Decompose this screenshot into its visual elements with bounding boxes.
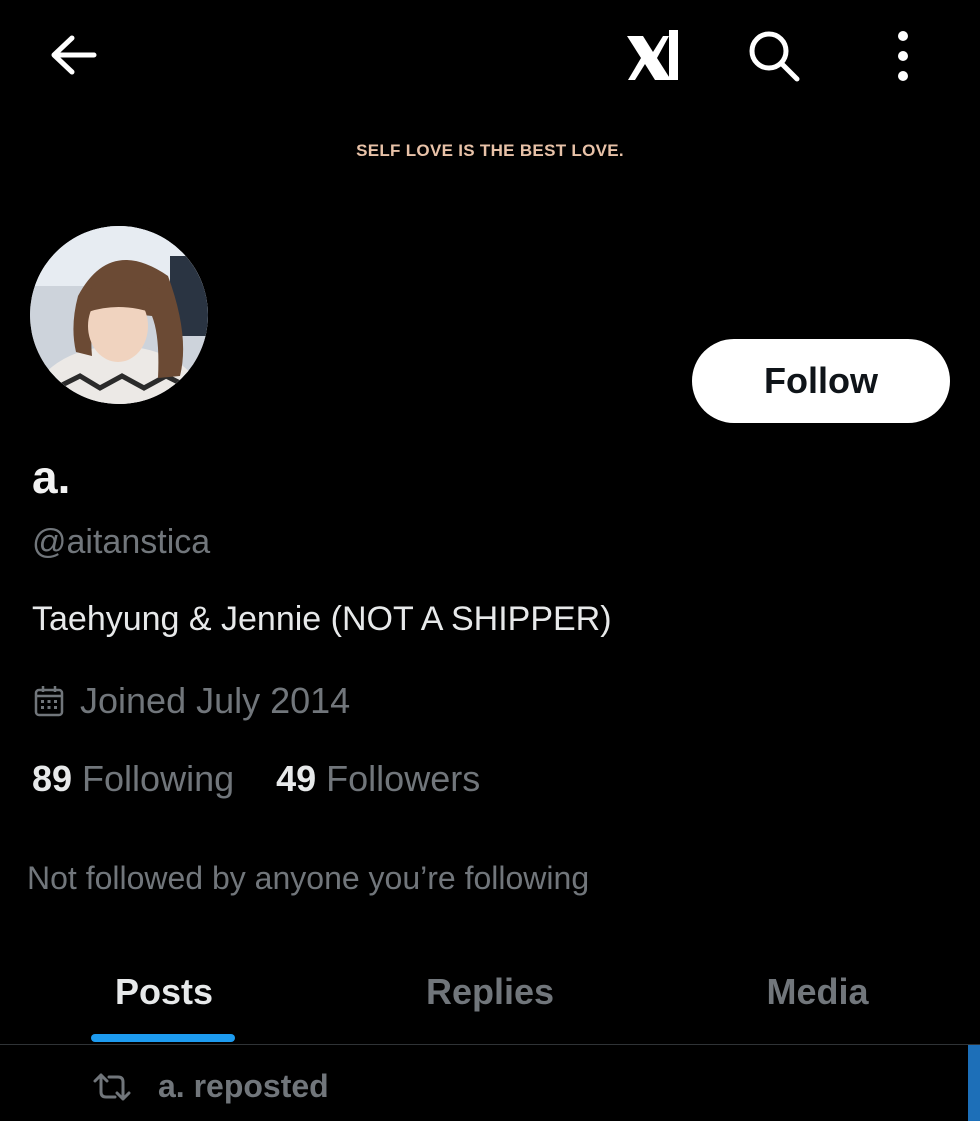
more-options-button[interactable] [880,24,926,86]
follow-stats: 89 Following 49 Followers [32,758,522,800]
search-button[interactable] [742,24,804,86]
tab-media[interactable]: Media [730,940,905,1044]
followers-count: 49 [276,758,317,799]
handle: @aitanstica [32,523,211,561]
follow-button[interactable]: Follow [692,339,950,423]
scrollbar[interactable] [968,1045,980,1121]
profile-tabs: Posts Replies Media [0,940,980,1045]
repost-icon [93,1073,131,1100]
followers-label: Followers [326,758,481,799]
repost-label: a. reposted [158,1068,329,1104]
following-stat[interactable]: 89 Following [32,758,234,800]
display-name: a. [32,451,71,503]
tab-posts[interactable]: Posts [84,940,244,1044]
banner-text: SELF LOVE IS THE BEST LOVE. [356,141,624,160]
joined-date: Joined July 2014 [80,680,351,721]
calendar-icon [34,686,64,717]
arrow-left-icon [51,35,97,75]
back-button[interactable] [44,28,102,82]
joined-info: Joined July 2014 [34,680,350,722]
following-label: Following [82,758,235,799]
more-vertical-icon [898,31,908,81]
x-logo-button[interactable] [618,22,684,88]
active-tab-indicator [91,1034,235,1042]
repost-header: a. reposted [92,1068,329,1105]
tab-replies[interactable]: Replies [400,940,580,1044]
followed-by-text: Not followed by anyone you’re following [27,860,590,896]
top-bar [0,0,980,110]
bio: Taehyung & Jennie (NOT A SHIPPER) [32,600,612,638]
search-icon [749,31,800,82]
following-count: 89 [32,758,73,799]
x-logo-icon [627,30,678,80]
followers-stat[interactable]: 49 Followers [276,758,480,800]
avatar[interactable] [30,226,208,404]
avatar-photo [30,226,208,404]
